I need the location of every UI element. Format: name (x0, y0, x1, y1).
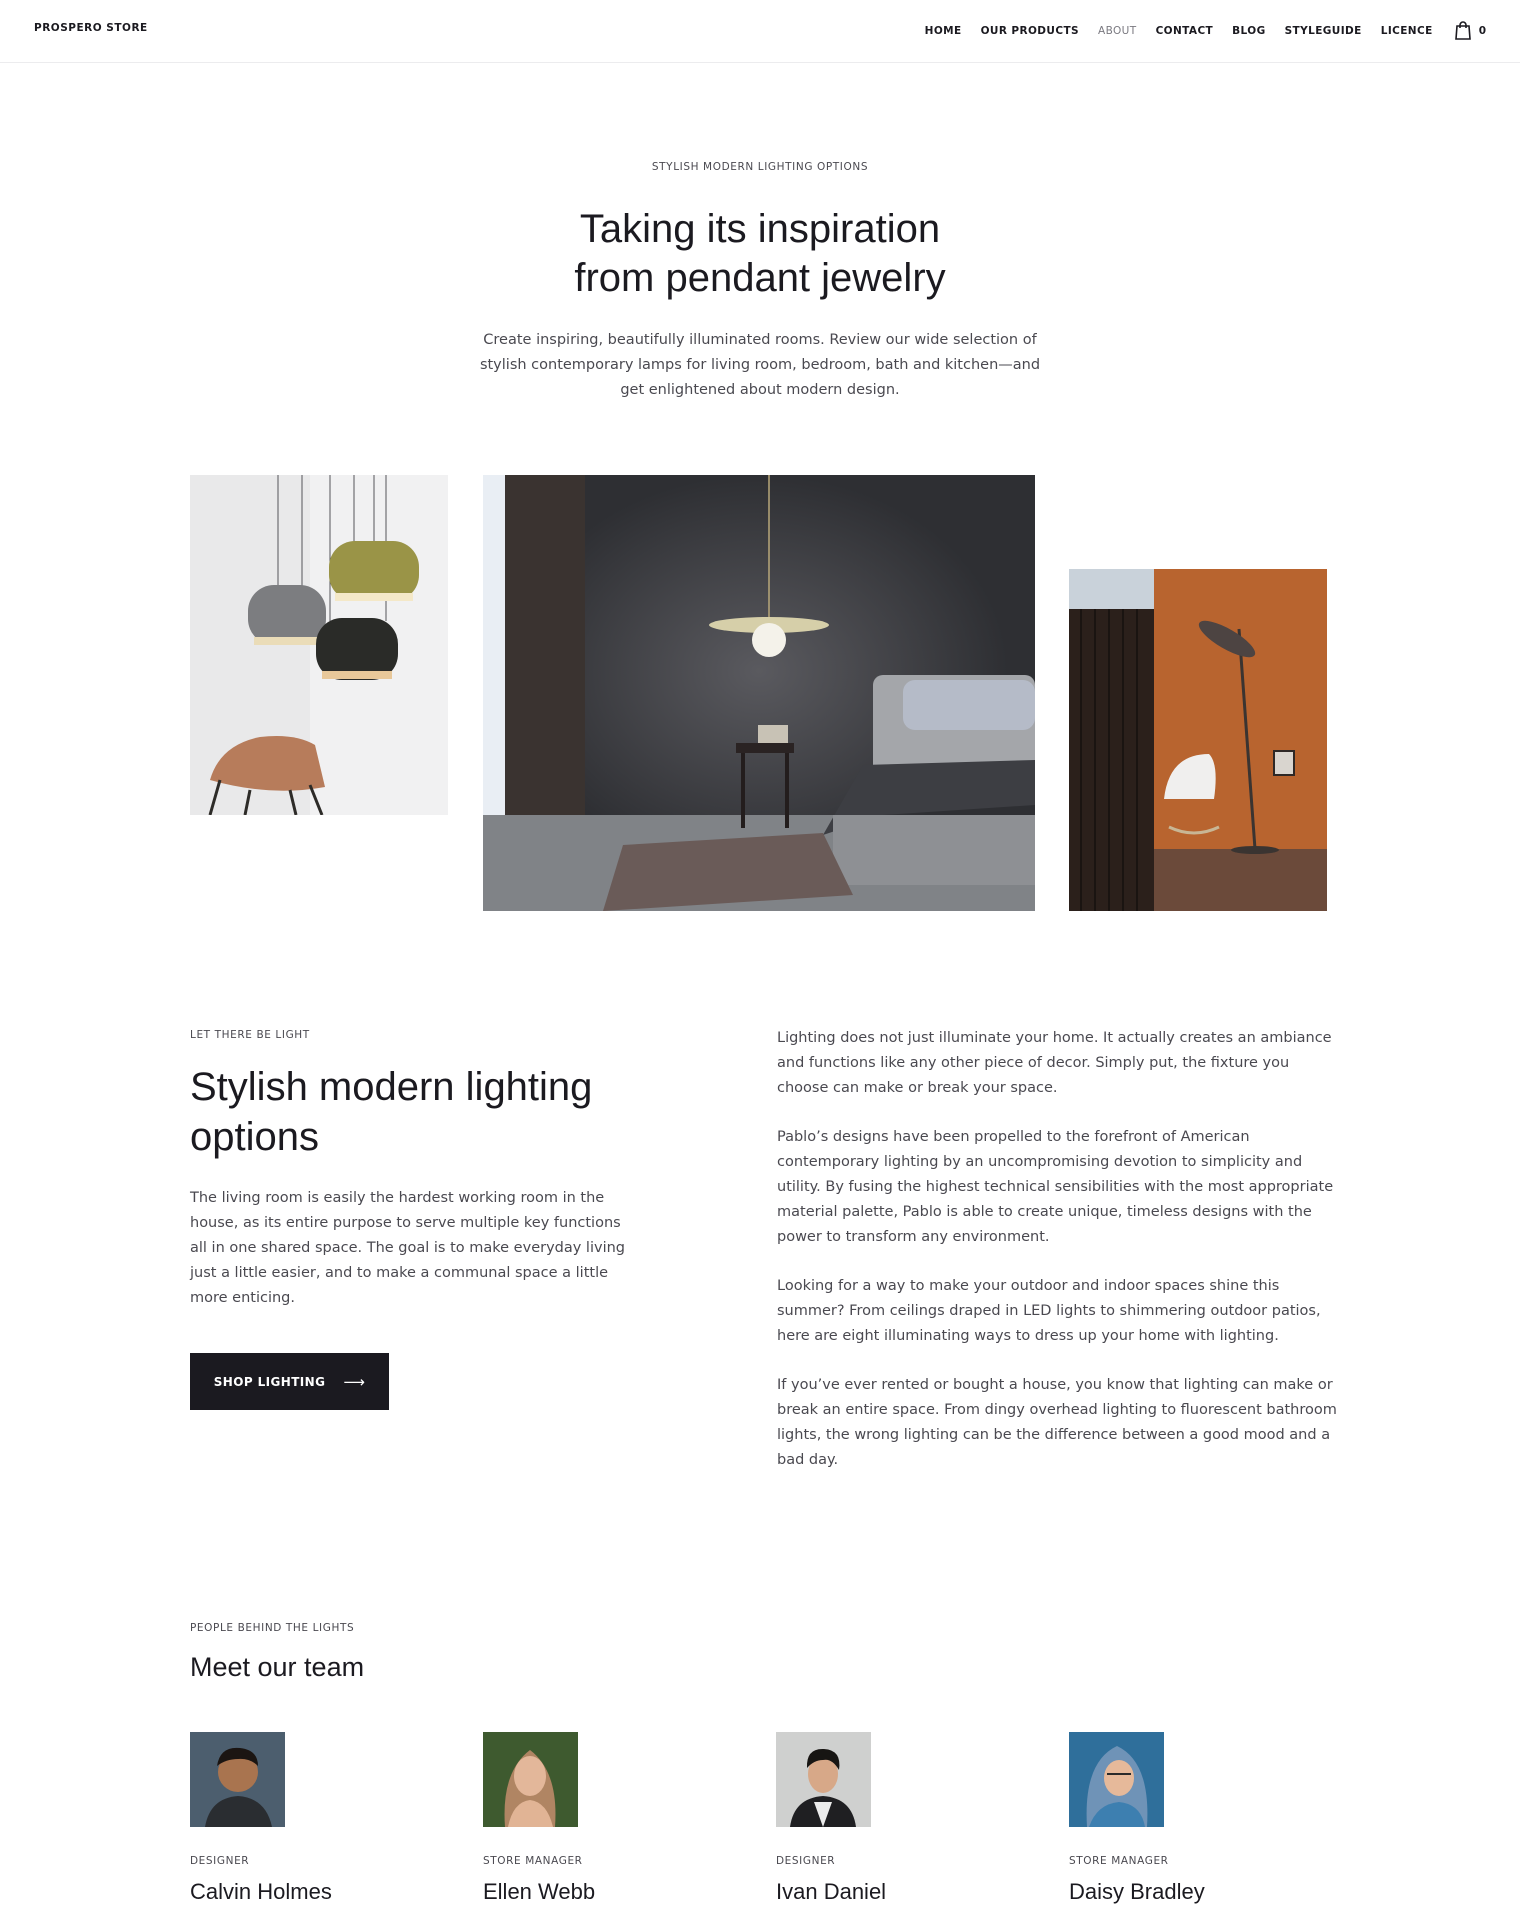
lighting-paragraphs: Lighting does not just illuminate your h… (777, 1026, 1337, 1497)
team-member-card: DESIGNER Ivan Daniel (776, 1732, 1036, 1905)
floor-lamp-room-image (1069, 569, 1327, 911)
team-title: Meet our team (190, 1652, 365, 1682)
hero-title-line-1: Taking its inspiration (579, 207, 941, 251)
lighting-paragraph-2: Pablo’s designs have been propelled to t… (777, 1129, 1334, 1245)
nav-contact[interactable]: CONTACT (1156, 25, 1214, 37)
lighting-paragraph-3: Looking for a way to make your outdoor a… (777, 1278, 1321, 1344)
hero-title-line-2: from pendant jewelry (574, 256, 946, 300)
nav-our-products[interactable]: OUR PRODUCTS (981, 25, 1079, 37)
team-member-card: DESIGNER Calvin Holmes (190, 1732, 450, 1905)
lighting-kicker: LET THERE BE LIGHT (190, 1029, 310, 1041)
hero-title: Taking its inspiration from pendant jewe… (0, 205, 1520, 303)
nav-licence[interactable]: LICENCE (1381, 25, 1433, 37)
member-role: STORE MANAGER (483, 1855, 583, 1867)
member-role: STORE MANAGER (1069, 1855, 1169, 1867)
nav-about[interactable]: ABOUT (1098, 25, 1137, 37)
lighting-paragraph-4: If you’ve ever rented or bought a house,… (777, 1377, 1337, 1468)
member-name: Ivan Daniel (776, 1879, 887, 1904)
lighting-paragraph-1: Lighting does not just illuminate your h… (777, 1030, 1332, 1096)
cart-count: 0 (1478, 24, 1486, 37)
hero-text: Create inspiring, beautifully illuminate… (479, 332, 1041, 398)
hero-kicker: STYLISH MODERN LIGHTING OPTIONS (651, 161, 869, 173)
lighting-body: The living room is easily the hardest wo… (190, 1190, 625, 1306)
shop-lighting-button[interactable]: SHOP LIGHTING ⟶ (190, 1353, 389, 1410)
team-member-card: STORE MANAGER Daisy Bradley (1069, 1732, 1329, 1905)
avatar (1069, 1732, 1164, 1827)
member-role: DESIGNER (776, 1855, 836, 1867)
member-name: Calvin Holmes (190, 1879, 332, 1904)
main-nav: HOME OUR PRODUCTS ABOUT CONTACT BLOG STY… (906, 21, 1486, 40)
member-name: Ellen Webb (483, 1879, 596, 1904)
member-name: Daisy Bradley (1069, 1879, 1205, 1904)
lighting-title: Stylish modern lighting options (190, 1065, 593, 1159)
cart-button[interactable]: 0 (1454, 21, 1486, 40)
nav-home[interactable]: HOME (925, 25, 962, 37)
brand-logo[interactable]: PROSPERO STORE (34, 22, 148, 34)
bedroom-pendant-light-image (483, 475, 1035, 911)
member-role: DESIGNER (190, 1855, 250, 1867)
team-kicker: PEOPLE BEHIND THE LIGHTS (190, 1622, 355, 1634)
nav-styleguide[interactable]: STYLEGUIDE (1285, 25, 1362, 37)
team-member-card: STORE MANAGER Ellen Webb (483, 1732, 743, 1905)
nav-blog[interactable]: BLOG (1232, 25, 1265, 37)
avatar (776, 1732, 871, 1827)
avatar (483, 1732, 578, 1827)
avatar (190, 1732, 285, 1827)
site-header: PROSPERO STORE HOME OUR PRODUCTS ABOUT C… (0, 0, 1520, 63)
shopping-bag-icon (1454, 21, 1471, 40)
pendant-lamps-with-chair-image (190, 475, 448, 815)
shop-lighting-label: SHOP LIGHTING (213, 1374, 326, 1389)
arrow-right-icon: ⟶ (343, 1372, 366, 1391)
